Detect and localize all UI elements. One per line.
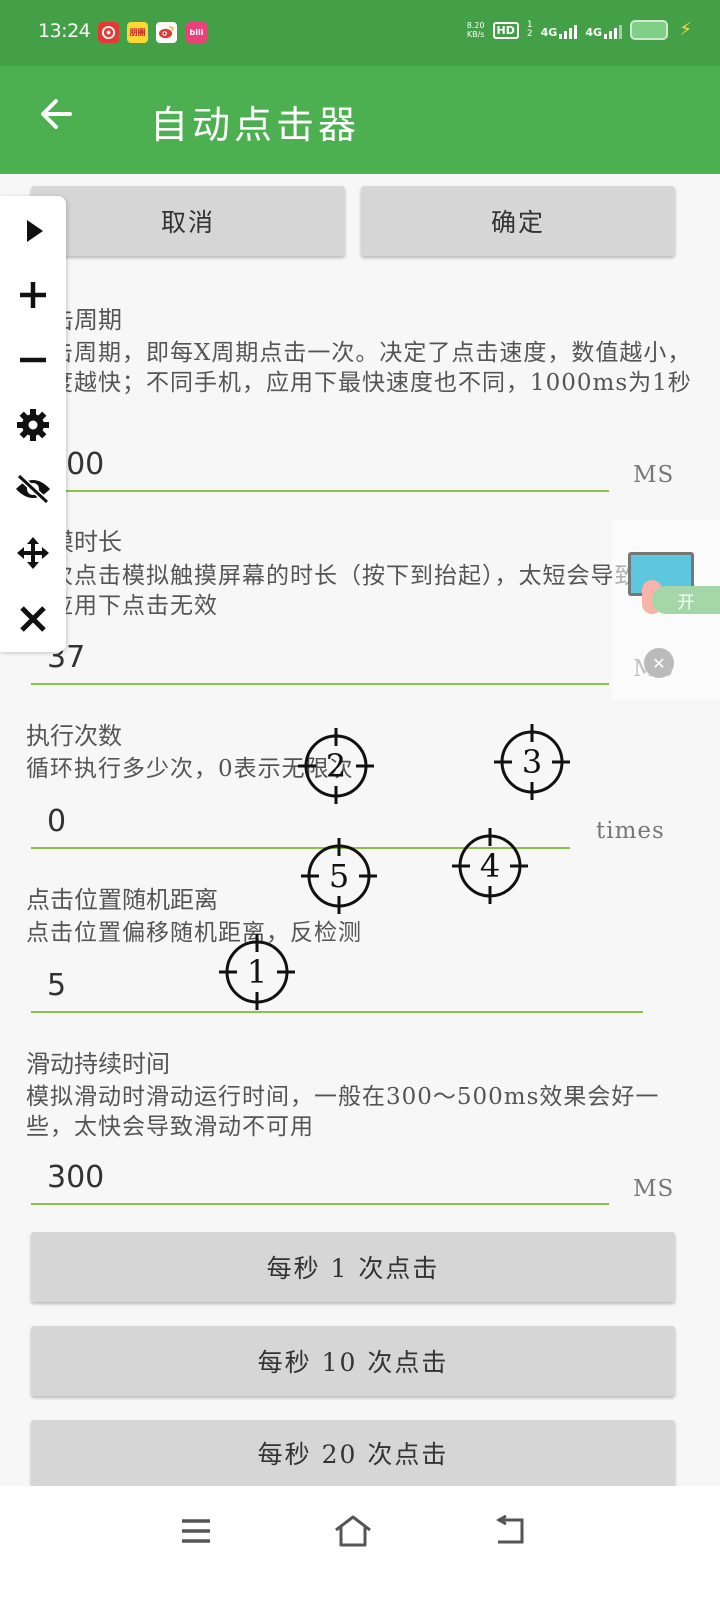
- hide-icon[interactable]: [14, 470, 52, 508]
- close-icon[interactable]: [14, 600, 52, 638]
- play-icon[interactable]: [14, 212, 52, 250]
- app-bar: 自动点击器: [0, 66, 720, 174]
- cancel-button[interactable]: 取消: [31, 186, 345, 256]
- back-icon[interactable]: [480, 1506, 540, 1556]
- target-number: 1: [246, 953, 268, 991]
- target-number: 4: [479, 847, 501, 885]
- hd-badge: HD: [492, 21, 519, 39]
- target-number: 5: [328, 857, 350, 895]
- charging-icon: ⚡: [679, 19, 692, 40]
- menu-icon[interactable]: [166, 1506, 226, 1556]
- plus-icon[interactable]: [14, 276, 52, 314]
- random-offset-label: 点击位置随机距离: [26, 886, 218, 914]
- home-icon[interactable]: [323, 1506, 383, 1556]
- arrow-left-icon[interactable]: [36, 94, 76, 134]
- swipe-duration-input[interactable]: 300: [31, 1154, 609, 1205]
- status-time: 13:24: [38, 20, 91, 42]
- status-indicators: 8.20 KB/s HD 12 4G 4G: [467, 20, 668, 40]
- target-number: 2: [325, 747, 347, 785]
- random-offset-input[interactable]: 5: [31, 962, 643, 1013]
- video-app-icon: bili: [186, 22, 207, 43]
- floating-widget: 开 ✕: [612, 520, 720, 700]
- touch-duration-desc: 每次点击模拟触摸屏幕的时长（按下到抬起），太短会导致部分应用下点击无效: [26, 563, 663, 619]
- preset-1-per-sec-button[interactable]: 每秒 1 次点击: [31, 1232, 675, 1302]
- signal-bars-icon: [559, 21, 578, 39]
- swipe-duration-unit: MS: [633, 1176, 675, 1202]
- page-title: 自动点击器: [150, 103, 361, 147]
- swipe-duration-label: 滑动持续时间: [26, 1050, 170, 1078]
- status-bar: 13:24 朋圈 bili 8.20 KB/s HD 12 4G 4G ⚡: [0, 0, 720, 66]
- navigation-bar: [0, 1486, 720, 1600]
- floating-toolbar: [0, 196, 66, 652]
- swipe-duration-desc: 模拟滑动时滑动运行时间，一般在300～500ms效果会好一些，太快会导致滑动不可…: [26, 1084, 660, 1140]
- signal-bars-icon: [604, 21, 622, 39]
- toggle-on-badge[interactable]: 开: [652, 586, 720, 614]
- preset-10-per-sec-button[interactable]: 每秒 10 次点击: [31, 1326, 675, 1396]
- random-offset-desc: 点击位置偏移随机距离，反检测: [26, 920, 362, 946]
- click-period-unit: MS: [633, 462, 675, 488]
- move-icon[interactable]: [14, 534, 52, 572]
- battery-icon: [630, 20, 668, 40]
- confirm-button[interactable]: 确定: [361, 186, 675, 256]
- settings-icon[interactable]: [14, 406, 52, 444]
- signal-1: 4G: [541, 21, 578, 39]
- repeat-count-label: 执行次数: [26, 722, 122, 750]
- news-app-icon: 朋圈: [127, 22, 148, 43]
- click-target-4[interactable]: 4: [448, 824, 532, 908]
- click-target-2[interactable]: 2: [294, 724, 378, 808]
- target-number: 3: [521, 743, 543, 781]
- click-target-3[interactable]: 3: [490, 720, 574, 804]
- click-target-1[interactable]: 1: [215, 930, 299, 1014]
- weibo-icon: [156, 22, 177, 43]
- touch-duration-input[interactable]: 37: [31, 634, 609, 685]
- net-speed: 8.20 KB/s: [466, 21, 485, 39]
- minus-icon[interactable]: [14, 341, 52, 379]
- click-target-5[interactable]: 5: [297, 834, 381, 918]
- click-period-input[interactable]: 500: [31, 440, 609, 492]
- sim-indicator: 12: [526, 20, 533, 39]
- repeat-count-unit: times: [596, 818, 665, 844]
- netease-music-icon: [98, 22, 119, 43]
- click-period-desc: 点击周期，即每X周期点击一次。决定了点击速度，数值越小，速度越快；不同手机，应用…: [26, 340, 692, 396]
- signal-2: 4G: [585, 21, 622, 39]
- widget-close-icon[interactable]: ✕: [644, 648, 674, 678]
- preset-20-per-sec-button[interactable]: 每秒 20 次点击: [31, 1420, 675, 1486]
